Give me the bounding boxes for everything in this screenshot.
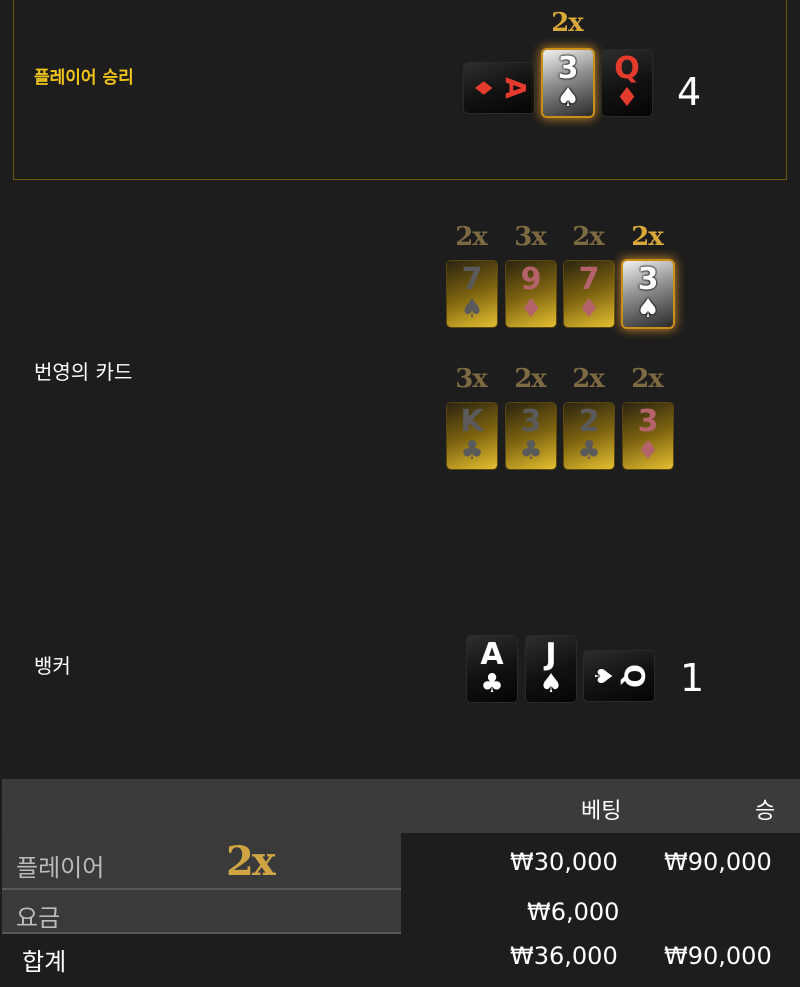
lightning-card: 7 ♠ <box>447 261 497 327</box>
fee-amount: ₩6,000 <box>527 898 620 926</box>
player-card-1: ♦ A <box>464 63 534 113</box>
card-rank: 3 <box>520 404 542 439</box>
player-result-panel <box>13 0 787 180</box>
banker-card-1: A ♣ <box>467 636 517 702</box>
player-card-3: Q ♦ <box>602 50 652 116</box>
player-win-amount: ₩90,000 <box>664 848 772 876</box>
spade-icon: ♠ <box>588 665 617 687</box>
lightning-multiplier: 2x <box>572 364 605 394</box>
fee-label: 요금 <box>16 904 61 932</box>
lightning-cards-label: 번영의 카드 <box>34 360 133 384</box>
banker-card-2: J ♠ <box>526 636 576 702</box>
spade-icon: ♠ <box>460 294 484 324</box>
diamond-icon: ♦ <box>519 294 543 324</box>
banker-label: 뱅커 <box>34 654 71 678</box>
player-bet-amount: ₩30,000 <box>510 848 618 876</box>
spade-icon: ♠ <box>556 83 580 113</box>
total-label: 합계 <box>22 948 67 976</box>
card-rank: 9 <box>520 262 542 297</box>
player-card-multiplier: 2x <box>551 8 584 38</box>
banker-card-3: ♠ Q <box>584 651 654 701</box>
total-bet-amount: ₩36,000 <box>510 942 618 970</box>
lightning-card: 9 ♦ <box>506 261 556 327</box>
card-rank: K <box>460 404 484 439</box>
card-rank: 7 <box>461 262 483 297</box>
lightning-multiplier: 2x <box>514 364 547 394</box>
player-bet-multiplier: 2x <box>226 838 276 885</box>
diamond-icon: ♦ <box>636 436 660 466</box>
card-rank: 3 <box>637 262 659 297</box>
club-icon: ♣ <box>480 669 504 699</box>
club-icon: ♣ <box>577 436 601 466</box>
diamond-icon: ♦ <box>615 83 639 113</box>
lightning-multiplier: 2x <box>572 222 605 252</box>
card-rank: 3 <box>557 51 579 86</box>
spade-icon: ♠ <box>539 669 563 699</box>
win-column-header: 승 <box>755 799 776 824</box>
spade-icon: ♠ <box>636 294 660 324</box>
lightning-multiplier: 3x <box>514 222 547 252</box>
player-card-2: 3 ♠ <box>543 50 593 116</box>
lightning-card: 3 ♦ <box>623 403 673 469</box>
card-rank: 3 <box>637 404 659 439</box>
lightning-multiplier: 3x <box>455 364 488 394</box>
club-icon: ♣ <box>519 436 543 466</box>
card-rank: Q <box>618 664 652 688</box>
lightning-multiplier: 2x <box>455 222 488 252</box>
lightning-multiplier: 2x <box>631 222 664 252</box>
diamond-icon: ♦ <box>577 294 601 324</box>
bet-column-header: 베팅 <box>581 799 622 824</box>
bet-table-header <box>2 779 800 833</box>
card-rank: Q <box>614 51 640 86</box>
total-win-amount: ₩90,000 <box>664 942 772 970</box>
lightning-card: 7 ♦ <box>564 261 614 327</box>
player-win-label: 플레이어 승리 <box>34 68 134 88</box>
lightning-card: 2 ♣ <box>564 403 614 469</box>
card-rank: J <box>545 637 557 672</box>
banker-score: 1 <box>680 656 705 700</box>
card-rank: 2 <box>578 404 600 439</box>
table-row-label-cell <box>2 890 401 934</box>
diamond-icon: ♦ <box>468 77 497 99</box>
club-icon: ♣ <box>460 436 484 466</box>
lightning-card: 3 ♣ <box>506 403 556 469</box>
card-rank: 7 <box>578 262 600 297</box>
lightning-card-matched: 3 ♠ <box>623 261 673 327</box>
card-rank: A <box>499 77 533 99</box>
lightning-multiplier: 2x <box>631 364 664 394</box>
card-rank: A <box>480 637 504 672</box>
player-score: 4 <box>677 70 702 114</box>
player-bet-label: 플레이어 <box>16 854 105 882</box>
lightning-card: K ♣ <box>447 403 497 469</box>
